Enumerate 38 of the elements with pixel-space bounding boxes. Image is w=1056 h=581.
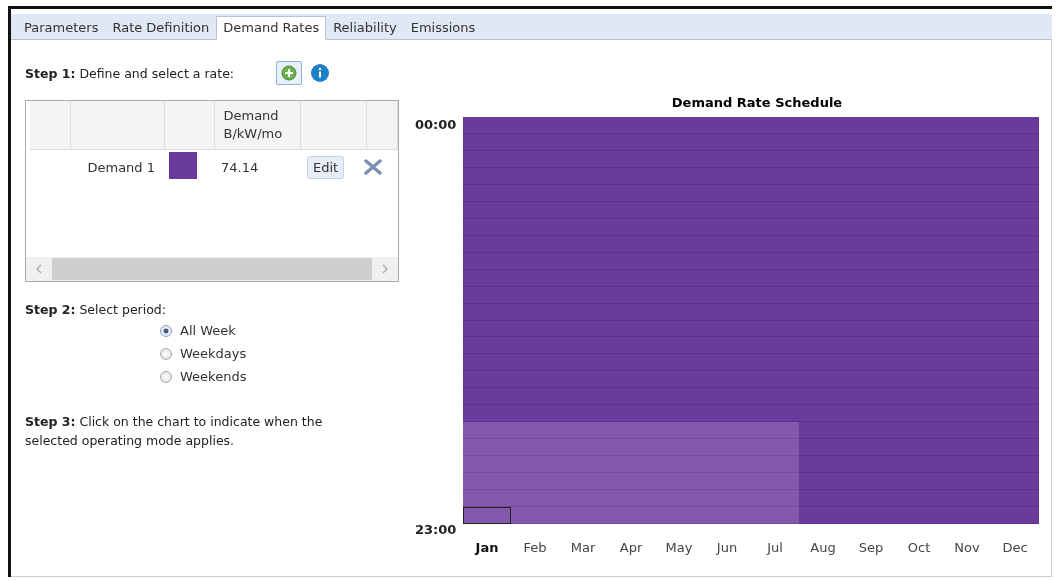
month-label: Aug (809, 540, 837, 555)
month-label: Apr (618, 540, 644, 555)
month-label: Dec (1001, 540, 1029, 555)
schedule-grid[interactable] (463, 117, 1039, 524)
edit-button[interactable]: Edit (307, 155, 345, 179)
step-instruction: Step 3: Click on the chart to indicate when the selected operating mode applies. (25, 413, 324, 450)
info-icon[interactable] (311, 64, 330, 82)
tab[interactable]: Parameters (17, 16, 106, 40)
radio-option[interactable]: All Week (160, 323, 415, 338)
radio-option[interactable]: Weekdays (160, 346, 415, 361)
axis-label: 00:00 (415, 117, 458, 132)
month-label: Mar (569, 540, 597, 555)
step-instruction: Step 1: Define and select a rate: (25, 65, 235, 81)
column-header: Demand B/kW/mo (215, 101, 302, 149)
color-swatch[interactable] (169, 152, 197, 179)
month-label: Jun (715, 540, 739, 555)
tab[interactable]: Reliability (326, 16, 404, 40)
chart-title: Demand Rate Schedule (670, 95, 844, 111)
delete-icon[interactable] (364, 159, 382, 175)
rate-name: Demand 1 (87, 159, 155, 175)
radio-option[interactable]: Weekends (160, 369, 415, 384)
tab[interactable]: Emissions (403, 16, 483, 40)
month-label: Jul (765, 540, 784, 555)
month-label: Sep (857, 540, 885, 555)
scroll-left-icon[interactable] (35, 264, 43, 274)
add-button[interactable] (276, 61, 303, 85)
month-label: Feb (522, 540, 548, 555)
axis-label: 23:00 (415, 522, 458, 537)
month-label: Nov (953, 540, 981, 555)
step-instruction: Step 2: Select period: (25, 302, 167, 317)
month-label: Jan (473, 540, 500, 555)
month-label: May (664, 540, 694, 555)
horizontal-scrollbar[interactable] (26, 257, 398, 281)
month-label: Oct (906, 540, 932, 555)
rate-value: 74.14 (221, 159, 259, 175)
tab[interactable]: Rate Definition (105, 16, 217, 40)
tab[interactable]: Demand Rates (216, 16, 327, 40)
scroll-right-icon[interactable] (381, 264, 389, 274)
